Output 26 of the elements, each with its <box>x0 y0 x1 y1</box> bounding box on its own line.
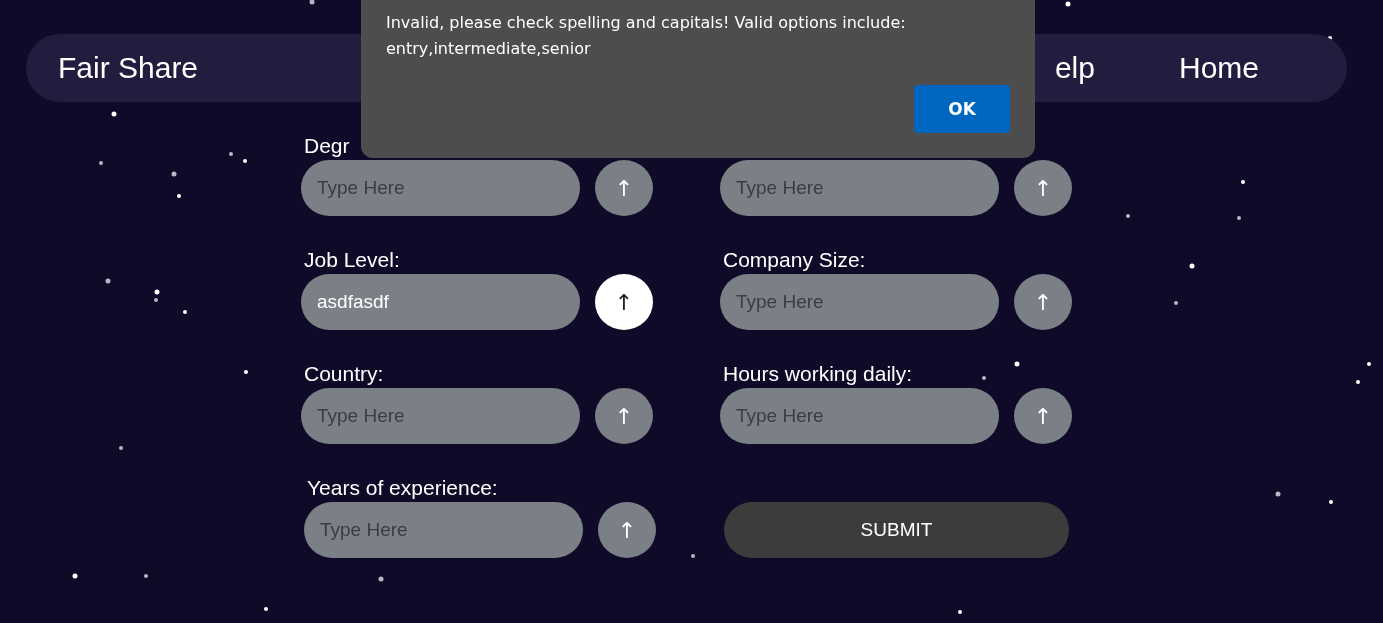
brand-title: Fair Share <box>58 51 199 85</box>
alert-message: Invalid, please check spelling and capitals! Valid options include: entry,intermediate,senior <box>386 12 907 60</box>
nav-link[interactable]: Home <box>1178 51 1259 85</box>
input-field[interactable]: Type Here <box>301 160 580 216</box>
field-label: Hours working daily: <box>722 362 914 385</box>
field-label: Years of experience: <box>306 476 499 499</box>
input-field[interactable]: Type Here <box>720 388 999 444</box>
input-field[interactable]: Type Here <box>720 274 999 330</box>
input-field[interactable]: Type Here <box>720 160 999 216</box>
submit-arrow-button[interactable]: ↑ <box>1014 388 1072 444</box>
field-label: Country: <box>303 362 385 385</box>
input-field[interactable]: asdfasdf <box>301 274 580 330</box>
submit-arrow-button[interactable]: ↑ <box>595 274 653 330</box>
field-label: Job Level: <box>303 248 401 271</box>
field-label: Company Size: <box>722 248 867 271</box>
submit-arrow-button[interactable]: ↑ <box>1014 160 1072 216</box>
nav-link[interactable]: elp <box>1054 51 1095 85</box>
submit-arrow-button[interactable]: ↑ <box>595 388 653 444</box>
submit-arrow-button[interactable]: ↑ <box>1014 274 1072 330</box>
submit-arrow-button[interactable]: ↑ <box>595 160 653 216</box>
ok-button[interactable]: OK <box>914 85 1010 133</box>
submit-arrow-button[interactable]: ↑ <box>598 502 656 558</box>
submit-button[interactable]: SUBMIT <box>724 502 1069 558</box>
field-label: Degr <box>303 134 351 157</box>
input-field[interactable]: Type Here <box>304 502 583 558</box>
input-field[interactable]: Type Here <box>301 388 580 444</box>
